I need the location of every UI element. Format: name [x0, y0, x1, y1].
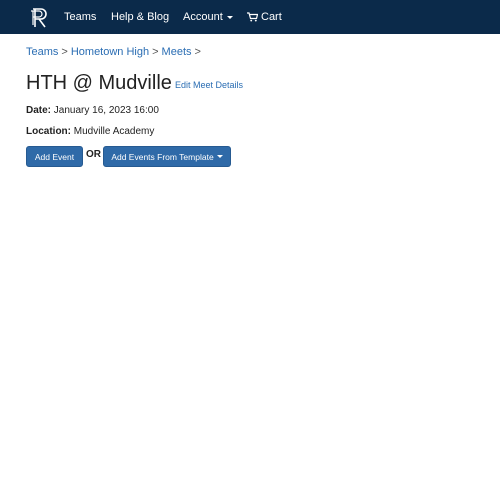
breadcrumb-separator: > — [61, 46, 68, 58]
breadcrumb-item-teams[interactable]: Teams — [26, 46, 58, 58]
top-navbar: Teams Help & Blog Account Cart — [0, 0, 500, 34]
breadcrumb: Teams > Hometown High > Meets > — [26, 46, 204, 58]
nav-account-dropdown[interactable]: Account — [183, 0, 233, 34]
chevron-down-icon — [226, 15, 233, 19]
meet-date: Date: January 16, 2023 16:00 — [26, 105, 159, 116]
page-title: HTH @ Mudville — [26, 72, 172, 94]
add-event-button[interactable]: Add Event — [26, 146, 83, 167]
location-value: Mudville Academy — [73, 126, 155, 137]
add-events-from-template-label: Add Events From Template — [111, 151, 214, 162]
meet-location: Location: Mudville Academy — [26, 126, 154, 137]
add-events-from-template-button[interactable]: Add Events From Template — [103, 146, 231, 167]
nav-cart-label: Cart — [261, 11, 282, 23]
location-label: Location: — [26, 126, 71, 137]
nav-account-label: Account — [183, 11, 223, 23]
nav-cart-link[interactable]: Cart — [247, 0, 282, 34]
cart-icon — [247, 12, 258, 22]
breadcrumb-separator: > — [194, 46, 201, 58]
r-logo-icon[interactable] — [29, 7, 51, 29]
breadcrumb-separator: > — [152, 46, 159, 58]
date-label: Date: — [26, 105, 52, 116]
chevron-down-icon — [216, 155, 223, 158]
nav-teams-link[interactable]: Teams — [64, 0, 96, 34]
nav-help-blog-link[interactable]: Help & Blog — [111, 0, 169, 34]
edit-meet-details-link[interactable]: Edit Meet Details — [175, 80, 243, 90]
breadcrumb-item-meets[interactable]: Meets — [162, 46, 192, 58]
breadcrumb-item-hometown-high[interactable]: Hometown High — [71, 46, 149, 58]
or-label: OR — [86, 149, 101, 160]
date-value: January 16, 2023 16:00 — [53, 105, 159, 116]
